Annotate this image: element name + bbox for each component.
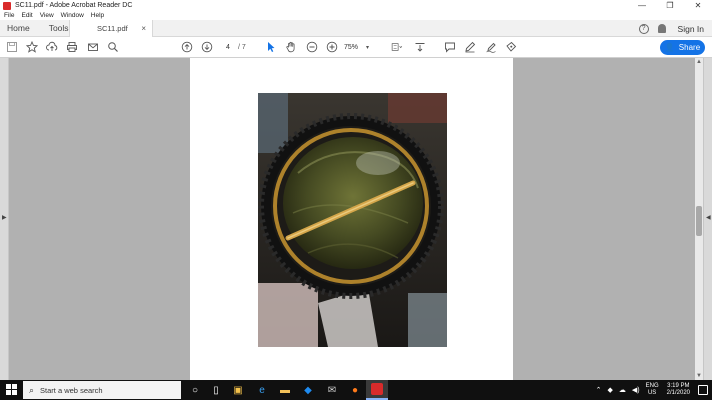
- share-person-icon: 👤: [664, 43, 675, 52]
- taskbar-search-placeholder: Start a web search: [40, 385, 103, 395]
- acrobat-taskbar-icon: [371, 383, 383, 395]
- right-panel-toggle[interactable]: ◀: [703, 58, 712, 380]
- highlight-pen-icon[interactable]: [464, 41, 476, 53]
- share-button[interactable]: 👤 Share: [660, 40, 705, 55]
- email-icon[interactable]: [87, 41, 99, 53]
- action-center-icon[interactable]: [698, 385, 708, 395]
- zoom-in-icon[interactable]: [326, 41, 338, 53]
- zoom-out-icon[interactable]: [306, 41, 318, 53]
- next-page-icon[interactable]: [201, 41, 213, 53]
- help-icon[interactable]: ?: [638, 23, 649, 34]
- comment-icon[interactable]: [444, 41, 456, 53]
- close-window-button[interactable]: ✕: [684, 0, 712, 11]
- chevron-down-icon: ▾: [366, 44, 370, 51]
- scrollbar-thumb[interactable]: [696, 206, 702, 236]
- select-cursor-icon[interactable]: [265, 41, 277, 53]
- volume-icon[interactable]: ◀): [632, 386, 640, 394]
- draw-freehand-icon[interactable]: [485, 41, 497, 53]
- tab-document-label: SC11.pdf: [97, 24, 128, 33]
- chevron-left-icon: ◀: [706, 215, 711, 221]
- notifications-bell-icon[interactable]: [657, 24, 666, 33]
- document-photo: [258, 93, 447, 347]
- clock-date: 2/1/2020: [666, 390, 690, 396]
- windows-taskbar: ⌕ Start a web search ○ ▯ ▣ e ▬ ◆ ✉ ● ⌃ ◆…: [0, 380, 712, 400]
- scroll-down-icon[interactable]: ▼: [696, 373, 702, 379]
- hand-tool-icon[interactable]: [285, 41, 297, 53]
- tab-close-icon[interactable]: ×: [141, 24, 146, 33]
- zoom-level-value: 75%: [344, 43, 359, 51]
- save-icon[interactable]: [6, 41, 18, 53]
- tray-chevron-icon[interactable]: ⌃: [596, 386, 602, 394]
- language-code: ENG: [645, 383, 659, 389]
- mail-icon[interactable]: ✉: [325, 383, 339, 397]
- system-tray: ⌃ ◆ ☁ ◀) ENG US 3:19 PM 2/1/2020: [596, 380, 712, 400]
- title-bar: SC11.pdf - Adobe Acrobat Reader DC — ❐ ✕: [0, 0, 712, 11]
- language-indicator[interactable]: ENG US: [646, 383, 659, 397]
- print-icon[interactable]: [66, 41, 78, 53]
- photo-illustration: [258, 93, 447, 347]
- scroll-up-icon[interactable]: ▲: [696, 59, 702, 65]
- dropbox-tray-icon[interactable]: ◆: [608, 386, 613, 394]
- acrobat-taskbar-button[interactable]: [366, 380, 388, 400]
- store-icon[interactable]: ▣: [231, 383, 245, 397]
- firefox-icon[interactable]: ●: [348, 383, 362, 397]
- tab-document[interactable]: SC11.pdf ×: [69, 20, 153, 37]
- window-controls: — ❐ ✕: [628, 0, 712, 11]
- search-icon[interactable]: [107, 41, 119, 53]
- cortana-icon[interactable]: ○: [188, 383, 202, 397]
- window-title: SC11.pdf - Adobe Acrobat Reader DC: [15, 2, 133, 9]
- windows-start-icon[interactable]: [6, 384, 18, 396]
- fit-page-icon[interactable]: [389, 41, 405, 53]
- menu-file[interactable]: File: [4, 12, 14, 19]
- menu-help[interactable]: Help: [91, 12, 104, 19]
- vertical-scrollbar[interactable]: ▲ ▼: [695, 58, 703, 380]
- task-view-icon[interactable]: ▯: [209, 383, 223, 397]
- tab-tools[interactable]: Tools: [49, 23, 69, 33]
- previous-page-icon[interactable]: [181, 41, 193, 53]
- minimize-button[interactable]: —: [628, 0, 656, 11]
- upload-cloud-icon[interactable]: [46, 41, 58, 53]
- file-explorer-icon[interactable]: ▬: [278, 383, 292, 397]
- scroll-mode-icon[interactable]: [414, 41, 426, 53]
- network-icon[interactable]: ☁: [619, 386, 626, 394]
- dropbox-icon[interactable]: ◆: [301, 383, 315, 397]
- clock-time: 3:19 PM: [667, 383, 690, 389]
- current-page-input[interactable]: 4: [220, 41, 236, 53]
- page-total: / 7: [238, 43, 246, 51]
- document-viewport[interactable]: ▶ ▲ ▼ ◀: [0, 58, 712, 380]
- sign-in-link[interactable]: Sign In: [678, 24, 704, 34]
- edge-browser-icon[interactable]: e: [255, 383, 269, 397]
- pdf-page: [190, 58, 513, 380]
- toolbar: 4 / 7 75% ▾ 👤 Share: [0, 37, 712, 58]
- region-code: US: [647, 390, 657, 396]
- header-right: ? Sign In: [638, 20, 704, 37]
- restore-button[interactable]: ❐: [656, 0, 684, 11]
- chevron-right-icon: ▶: [2, 215, 7, 221]
- menu-bar: File Edit View Window Help: [0, 11, 712, 20]
- search-icon: ⌕: [29, 384, 35, 395]
- tab-home[interactable]: Home: [7, 23, 30, 33]
- tab-bar: Home Tools SC11.pdf × ? Sign In: [0, 20, 712, 37]
- menu-view[interactable]: View: [40, 12, 54, 19]
- acrobat-app-icon: [3, 1, 11, 10]
- share-button-label: Share: [678, 43, 701, 52]
- fill-sign-icon[interactable]: [505, 41, 517, 53]
- left-panel-toggle[interactable]: ▶: [0, 58, 9, 380]
- taskbar-search-box[interactable]: ⌕ Start a web search: [23, 381, 181, 399]
- clock[interactable]: 3:19 PM 2/1/2020: [667, 383, 690, 397]
- zoom-level-select[interactable]: 75% ▾: [344, 41, 380, 53]
- menu-edit[interactable]: Edit: [21, 12, 32, 19]
- menu-window[interactable]: Window: [61, 12, 84, 19]
- bookmark-star-icon[interactable]: [26, 41, 38, 53]
